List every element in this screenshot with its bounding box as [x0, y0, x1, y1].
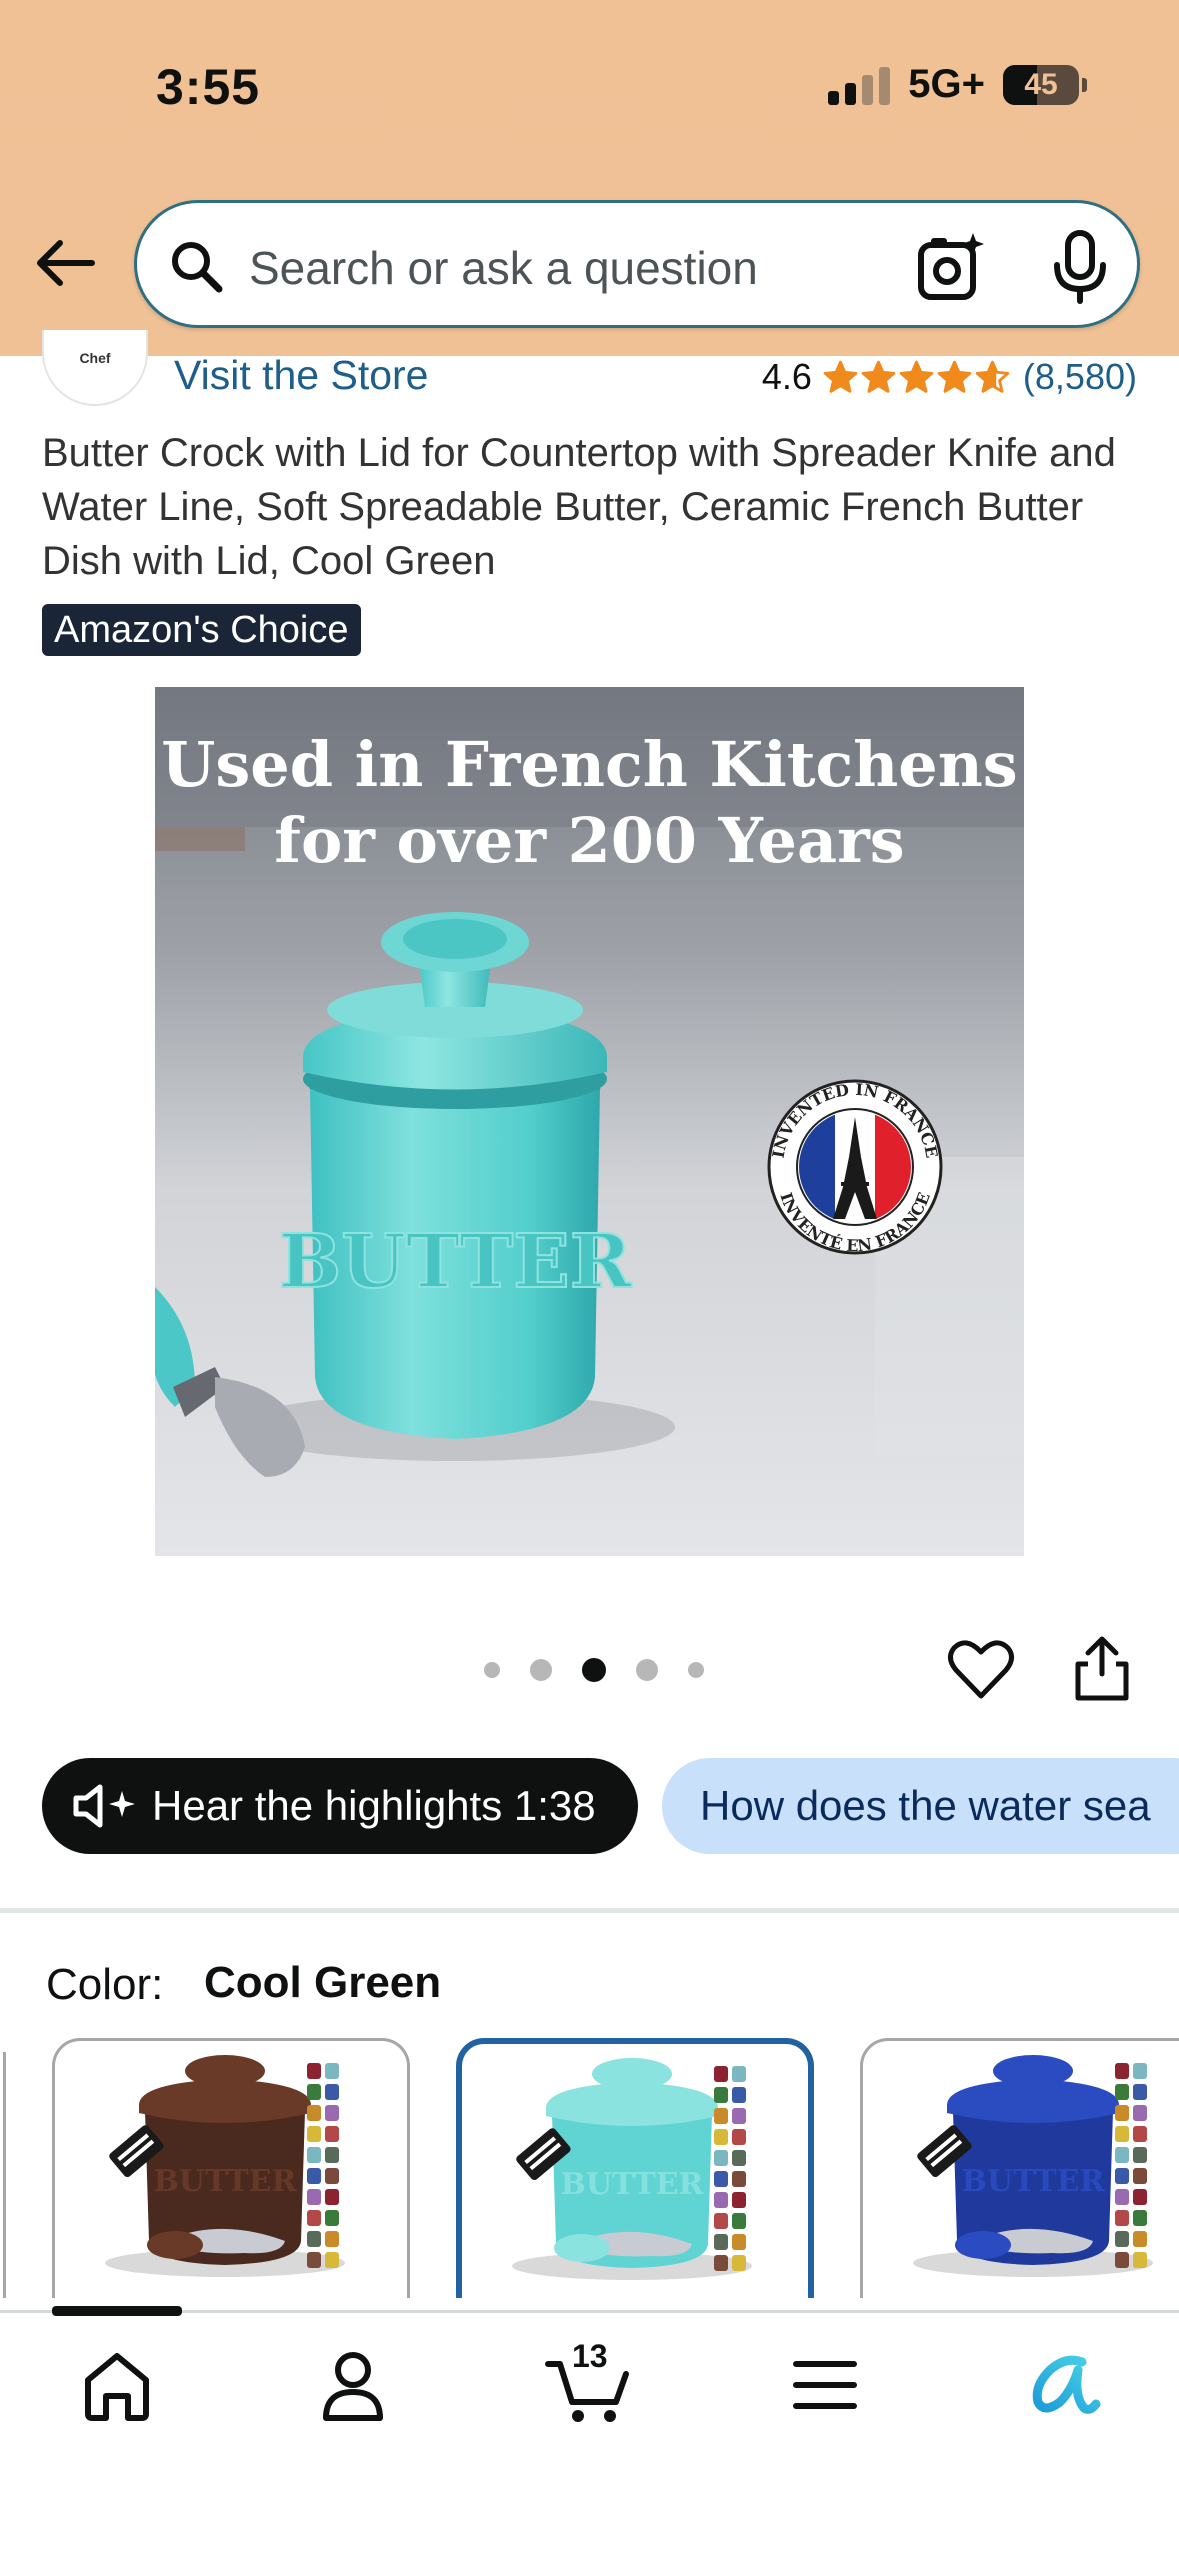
crock-text: BUTTER	[279, 1219, 632, 1305]
swatch-thumbnail: BUTTER	[512, 2058, 752, 2280]
account-icon[interactable]	[308, 2340, 398, 2430]
rating-count[interactable]: (8,580)	[1023, 356, 1137, 398]
visit-store-link[interactable]: Visit the Store	[174, 352, 429, 399]
home-icon[interactable]	[72, 2340, 162, 2430]
status-time: 3:55	[156, 59, 261, 115]
rufus-assistant-icon[interactable]	[1016, 2340, 1106, 2430]
amazons-choice-badge[interactable]: Amazon's Choice	[42, 604, 361, 656]
color-selected-value: Cool Green	[204, 1958, 442, 2007]
carousel-dot[interactable]	[582, 1658, 606, 1682]
question-chip-label: How does the water sea	[700, 1782, 1151, 1829]
back-arrow-icon[interactable]	[30, 228, 100, 298]
previous-swatch-edge[interactable]	[0, 2052, 6, 2298]
hear-highlights-button[interactable]: Hear the highlights 1:38	[42, 1758, 638, 1854]
search-bar[interactable]: Search or ask a question	[134, 200, 1140, 328]
carousel-dot[interactable]	[484, 1662, 500, 1678]
carousel-dot[interactable]	[636, 1659, 658, 1681]
swatch-thumbnail: BUTTER	[105, 2055, 345, 2277]
svg-text:BUTTER: BUTTER	[154, 2164, 298, 2199]
search-input[interactable]: Search or ask a question	[249, 241, 758, 295]
search-icon	[172, 242, 223, 293]
rating-stars	[822, 359, 1011, 396]
star-icon	[975, 360, 1010, 393]
share-icon[interactable]	[1070, 1634, 1134, 1704]
color-swatch[interactable]: BUTTER	[860, 2038, 1179, 2298]
heart-icon[interactable]	[946, 1634, 1016, 1704]
battery-icon: 45	[1003, 64, 1087, 105]
swatch-label-indicator	[52, 2306, 182, 2316]
star-icon	[899, 360, 934, 393]
microphone-icon[interactable]	[1047, 227, 1113, 307]
color-swatch[interactable]: BUTTER	[52, 2038, 410, 2298]
image-carousel-dots[interactable]	[484, 1658, 704, 1682]
product-title: Butter Crock with Lid for Countertop wit…	[42, 431, 1116, 583]
svg-text:BUTTER: BUTTER	[962, 2164, 1106, 2199]
svg-text:BUTTER: BUTTER	[561, 2167, 705, 2202]
store-logo[interactable]: Chef	[42, 330, 148, 406]
section-divider	[0, 1908, 1179, 1913]
carousel-dot[interactable]	[688, 1662, 704, 1678]
product-image[interactable]: BUTTER INVENTED IN FRANCE INVENTÉ EN FRA…	[155, 687, 1024, 1556]
status-indicators: 5G+ 45	[828, 62, 1087, 107]
network-label: 5G+	[908, 62, 985, 106]
signal-icon	[828, 65, 891, 105]
swatch-thumbnail: BUTTER	[913, 2055, 1153, 2277]
star-icon	[937, 360, 972, 393]
speaker-sparkle-icon	[73, 1784, 135, 1828]
image-headline-line-1: Used in French Kitchens	[161, 728, 1018, 801]
color-swatch[interactable]: BUTTER	[456, 2038, 814, 2298]
image-headline-line-2: for over 200 Years	[274, 804, 905, 877]
battery-level: 45	[1024, 67, 1058, 101]
carousel-dot[interactable]	[530, 1659, 552, 1681]
cart-count-badge: 13	[572, 2338, 608, 2374]
rating-value: 4.6	[761, 356, 812, 397]
rating-summary[interactable]: 4.6 (8,580)	[762, 356, 1137, 398]
star-icon	[861, 360, 896, 393]
image-headline: Used in French Kitchens for over 200 Yea…	[155, 727, 1024, 879]
hear-highlights-label: Hear the highlights 1:38	[152, 1782, 596, 1829]
color-label: Color:	[46, 1960, 164, 2009]
camera-search-icon[interactable]	[911, 227, 991, 307]
star-icon	[823, 360, 858, 393]
menu-icon[interactable]	[780, 2340, 870, 2430]
question-chip[interactable]: How does the water sea	[662, 1758, 1179, 1854]
